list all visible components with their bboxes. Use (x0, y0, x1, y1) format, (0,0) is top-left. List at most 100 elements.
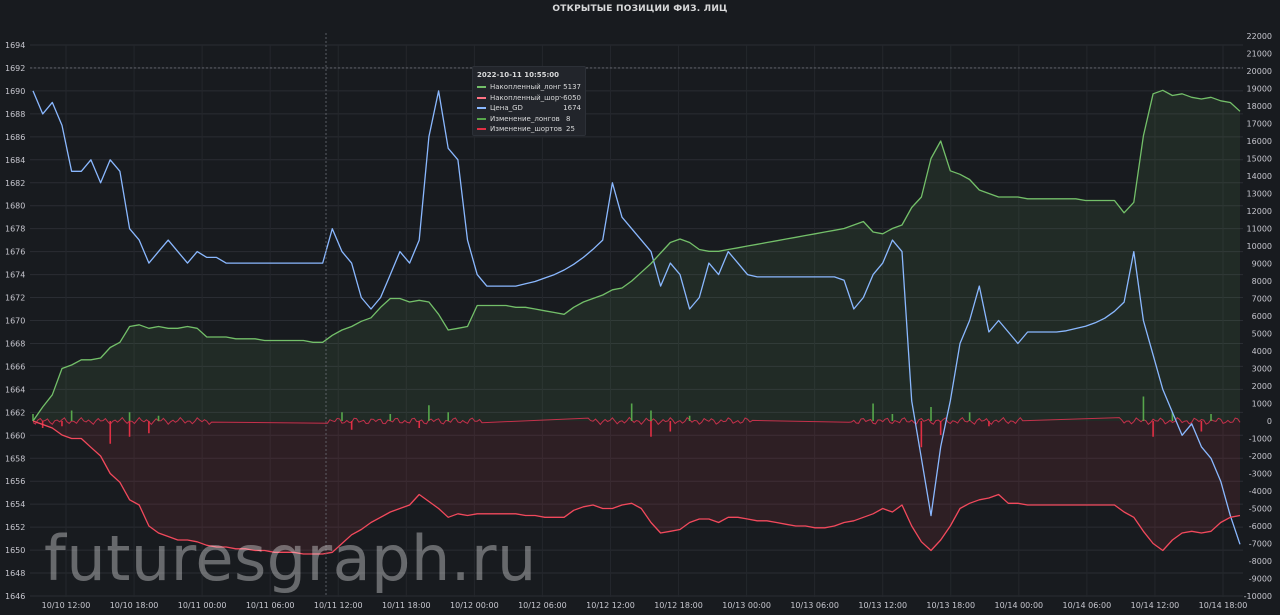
area-Накопленный_лонг (33, 90, 1240, 422)
y-right-tick-label: 3000 (1252, 365, 1272, 374)
tooltip-row: Цена_GD 1674 (477, 103, 581, 114)
y-left-tick-label: 1684 (5, 156, 25, 165)
bar-Изменение_шортов (61, 421, 63, 427)
bar-Изменение_лонгов (341, 412, 343, 421)
y-right-tick-label: 10000 (1247, 242, 1272, 251)
legend-swatch (477, 128, 486, 131)
y-right-tick-label: 19000 (1247, 85, 1272, 94)
tooltip-series-name: Накопленный_шорт (490, 93, 561, 102)
y-left-tick-label: 1666 (5, 362, 25, 371)
y-left-tick-label: 1660 (5, 431, 25, 440)
y-left-tick-label: 1652 (5, 523, 25, 532)
bar-Изменение_шортов (988, 421, 990, 427)
bar-Изменение_лонгов (157, 415, 160, 421)
tooltip-series-name: Изменение_шортов (490, 125, 562, 134)
y-left-tick-label: 1672 (5, 294, 25, 303)
x-tick-label: 10/13 00:00 (722, 601, 771, 610)
y-right-tick-label: 4000 (1252, 347, 1272, 356)
tooltip-series-name: Накопленный_лонг (490, 83, 562, 92)
y-left-tick-label: 1670 (5, 317, 25, 326)
y-right-tick-label: -3000 (1249, 470, 1272, 479)
y-left-tick-label: 1674 (5, 271, 25, 280)
y-right-tick-label: -4000 (1249, 487, 1272, 496)
tooltip-series-value: 5137 (563, 83, 581, 92)
bar-Изменение_лонгов (688, 415, 691, 421)
y-right-tick-label: 22000 (1247, 32, 1272, 41)
y-right-tick-label: -2000 (1249, 452, 1272, 461)
y-right-tick-label: 15000 (1247, 155, 1272, 164)
y-right-tick-label: 17000 (1247, 120, 1272, 129)
x-tick-label: 10/14 00:00 (994, 601, 1043, 610)
y-right-tick-label: 14000 (1247, 172, 1272, 181)
tooltip-row: Изменение_шортов 25 (477, 124, 581, 135)
bar-Изменение_лонгов (630, 403, 633, 421)
y-left-tick-label: 1694 (5, 41, 25, 50)
legend-swatch (477, 117, 486, 120)
bar-Изменение_шортов (148, 421, 150, 434)
x-tick-label: 10/12 18:00 (654, 601, 703, 610)
bar-Изменение_шортов (669, 421, 672, 432)
y-left-tick-label: 1662 (5, 408, 25, 417)
y-left-tick-label: 1676 (5, 248, 25, 257)
y-right-tick-label: 11000 (1247, 225, 1272, 234)
y-left-tick-label: 1686 (5, 133, 25, 142)
bar-Изменение_шортов (109, 421, 112, 444)
bar-Изменение_лонгов (428, 405, 430, 421)
watermark: futuresgraph.ru (44, 522, 537, 595)
y-right-tick-label: 2000 (1252, 382, 1272, 391)
y-right-tick-label: -5000 (1249, 505, 1272, 514)
y-right-tick-label: 9000 (1252, 260, 1272, 269)
bar-Изменение_шортов (418, 421, 421, 428)
tooltip-series-name: Изменение_лонгов (490, 114, 560, 123)
x-tick-label: 10/13 12:00 (858, 601, 907, 610)
y-right-tick-label: -7000 (1249, 540, 1272, 549)
tooltip-time: 2022-10-11 10:55:00 (477, 71, 560, 79)
y-left-tick-label: 1656 (5, 477, 25, 486)
y-right-tick-label: -10000 (1244, 592, 1272, 601)
bar-Изменение_лонгов (128, 412, 131, 421)
y-left-tick-label: 1646 (5, 592, 25, 601)
y-right-tick-label: 8000 (1252, 277, 1272, 286)
y-right-tick-label: -1000 (1249, 435, 1272, 444)
tooltip-row: Изменение_лонгов 8 (477, 114, 581, 125)
y-right-tick-label: 20000 (1247, 67, 1272, 76)
tooltip-series-value: -6050 (560, 93, 581, 102)
y-right-tick-label: 5000 (1252, 330, 1272, 339)
bar-Изменение_шортов (1200, 421, 1203, 432)
y-right-tick-label: 21000 (1247, 50, 1272, 59)
bar-Изменение_лонгов (968, 412, 971, 421)
y-right-tick-label: 1000 (1252, 400, 1272, 409)
x-tick-label: 10/14 18:00 (1199, 601, 1248, 610)
x-tick-label: 10/12 00:00 (450, 601, 499, 610)
x-tick-labels: 10/10 12:00 10/10 18:00 10/11 00:00 10/11 0… (42, 601, 1248, 610)
y-left-tick-label: 1668 (5, 339, 25, 348)
y-right-tick-label: 13000 (1247, 190, 1272, 199)
y-left-tick-label: 1680 (5, 202, 25, 211)
x-tick-label: 10/14 06:00 (1063, 601, 1112, 610)
y-left-tick-label: 1692 (5, 64, 25, 73)
bar-Изменение_лонгов (1210, 414, 1212, 421)
bar-Изменение_лонгов (872, 403, 874, 421)
bar-Изменение_лонгов (389, 414, 392, 421)
y-right-tick-label: 18000 (1247, 102, 1272, 111)
hover-tooltip: 2022-10-11 10:55:00 Накопленный_лонг 513… (472, 66, 586, 136)
y-right-tick-label: -8000 (1249, 557, 1272, 566)
x-tick-label: 10/10 18:00 (110, 601, 159, 610)
x-tick-label: 10/10 12:00 (42, 601, 91, 610)
y-right-tick-label: 12000 (1247, 207, 1272, 216)
x-tick-label: 10/13 18:00 (926, 601, 975, 610)
bar-Изменение_шортов (650, 421, 652, 437)
x-tick-label: 10/11 12:00 (314, 601, 363, 610)
x-tick-label: 10/12 12:00 (586, 601, 635, 610)
y-right-tick-label: -6000 (1249, 522, 1272, 531)
y-right-tick-labels: 2200021000200001900018000170001600015000… (1244, 32, 1272, 601)
bar-Изменение_лонгов (447, 412, 450, 421)
x-tick-label: 10/12 06:00 (518, 601, 567, 610)
x-tick-label: 10/11 18:00 (382, 601, 431, 610)
tooltip-row: Накопленный_лонг 5137 (477, 82, 581, 93)
bar-Изменение_лонгов (891, 414, 894, 421)
y-left-tick-label: 1682 (5, 179, 25, 188)
y-left-tick-label: 1648 (5, 569, 25, 578)
y-right-tick-label: 7000 (1252, 295, 1272, 304)
y-right-tick-label: 6000 (1252, 312, 1272, 321)
